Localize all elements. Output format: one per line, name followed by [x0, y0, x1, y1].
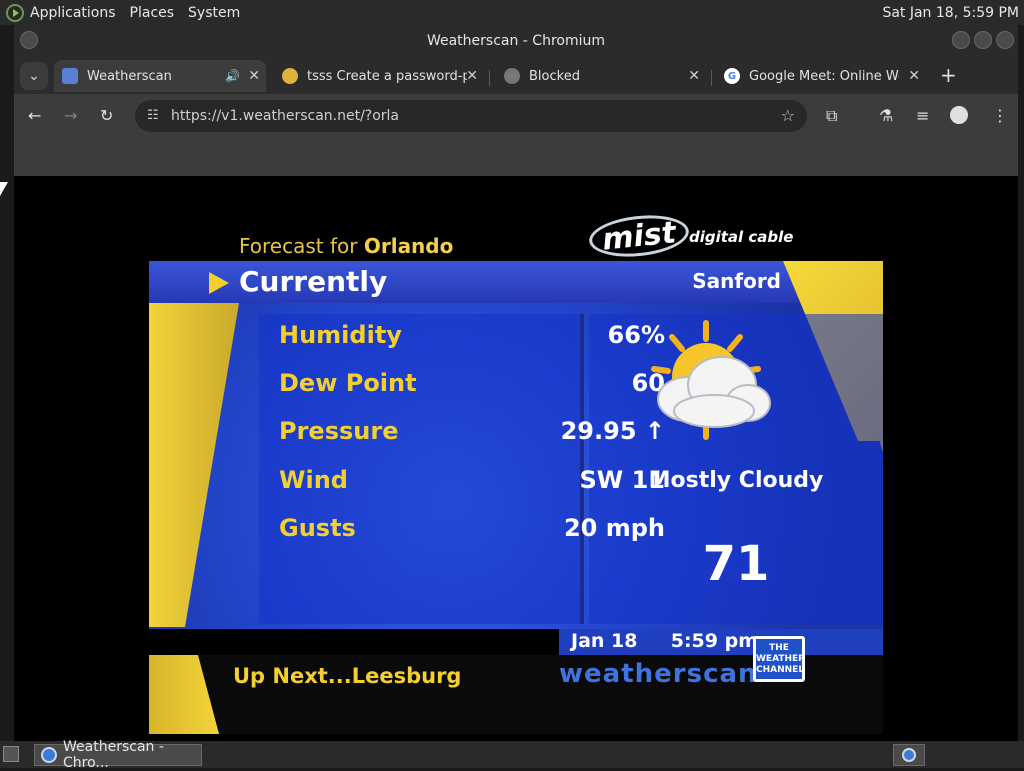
tab-separator	[489, 70, 490, 86]
mouse-cursor-icon	[0, 182, 8, 196]
condition-row-wind: Wind SW 11	[279, 466, 665, 500]
new-tab-button[interactable]: +	[940, 63, 957, 87]
row-label: Gusts	[279, 514, 356, 542]
row-label: Wind	[279, 466, 348, 494]
chromium-icon	[41, 747, 57, 763]
reload-icon[interactable]: ↻	[100, 106, 113, 125]
minimize-button[interactable]	[952, 31, 970, 49]
tab-google-meet[interactable]: G Google Meet: Online Web ✕	[716, 60, 926, 92]
mist-logo-text: mist	[600, 214, 678, 258]
url-text[interactable]: https://v1.weatherscan.net/?orla	[171, 108, 399, 124]
show-desktop-icon[interactable]	[3, 746, 19, 762]
row-label: Humidity	[279, 321, 402, 349]
close-tab-icon[interactable]: ✕	[908, 68, 920, 84]
page-content: Forecast for Orlando mist digital cable …	[14, 176, 1018, 741]
back-arrow-icon[interactable]: ←	[28, 106, 41, 125]
media-controls-icon[interactable]: ≡	[916, 106, 929, 125]
currently-label: Currently	[239, 265, 388, 298]
forecast-heading: Forecast for Orlando	[239, 234, 453, 258]
extensions-icon[interactable]: ⧉	[826, 106, 837, 126]
close-tab-icon[interactable]: ✕	[248, 68, 260, 84]
chromium-tray-icon	[902, 748, 916, 762]
more-menu-icon[interactable]: ⋮	[992, 106, 1008, 125]
tab-title: Weatherscan	[87, 68, 172, 84]
tab-search-button[interactable]: ⌄	[20, 62, 48, 90]
close-tab-icon[interactable]: ✕	[466, 68, 478, 84]
emoji-favicon-icon	[282, 68, 298, 84]
row-label: Dew Point	[279, 369, 417, 397]
forward-arrow-icon[interactable]: →	[64, 106, 77, 125]
system-panel: Applications Places System Sat Jan 18, 5…	[0, 0, 1024, 25]
os-logo-icon[interactable]	[6, 3, 24, 22]
date-time-bar: Jan 18 5:59 pm	[559, 629, 883, 655]
play-triangle-icon	[209, 272, 229, 294]
row-label: Pressure	[279, 417, 399, 445]
up-next-text: Up Next...Leesburg	[233, 664, 462, 688]
temperature: 71	[702, 536, 770, 592]
tab-title: Blocked	[529, 68, 580, 84]
tab-title: tsss Create a password-pro	[307, 68, 467, 84]
date-text: Jan 18	[571, 630, 638, 652]
condition-row-pressure: Pressure 29.95 ↑	[279, 417, 665, 451]
tab-separator	[711, 70, 712, 86]
mist-tagline: digital cable	[689, 228, 794, 246]
taskbar-window-title: Weatherscan - Chro...	[63, 739, 164, 771]
address-bar[interactable]: ☷ https://v1.weatherscan.net/?orla ☆	[135, 100, 807, 132]
close-tab-icon[interactable]: ✕	[688, 68, 700, 84]
labs-flask-icon[interactable]: ⚗	[879, 106, 893, 125]
weatherscan-player[interactable]: Forecast for Orlando mist digital cable …	[149, 184, 883, 734]
weather-channel-logo: THE WEATHER CHANNEL	[753, 636, 805, 682]
condition-row-dew-point: Dew Point 60	[279, 369, 665, 403]
currently-header: Currently Sanford	[149, 261, 883, 303]
window-title: Weatherscan - Chromium	[426, 32, 606, 49]
tray-chromium-button[interactable]	[893, 744, 925, 766]
maximize-button[interactable]	[974, 31, 992, 49]
bookmark-bar	[14, 138, 1018, 176]
browser-window: Weatherscan - Chromium ⌄ Weatherscan 🔊 ✕…	[14, 25, 1018, 741]
menu-places[interactable]: Places	[130, 5, 175, 21]
chevron-down-icon: ⌄	[28, 68, 40, 84]
globe-icon	[504, 68, 520, 84]
mist-logo: mist	[587, 210, 691, 262]
menu-applications[interactable]: Applications	[30, 5, 116, 21]
partly-cloudy-icon	[644, 319, 774, 444]
bottom-taskbar: Weatherscan - Chro...	[0, 739, 1024, 771]
window-menu-button[interactable]	[20, 31, 38, 49]
current-city: Sanford	[692, 269, 781, 293]
tab-password[interactable]: tsss Create a password-pro ✕	[274, 60, 484, 92]
condition-row-humidity: Humidity 66%	[279, 321, 665, 355]
browser-toolbar: ← → ↻ ☷ https://v1.weatherscan.net/?orla…	[14, 94, 1018, 138]
forecast-city: Orlando	[363, 234, 454, 258]
audio-playing-icon[interactable]: 🔊	[225, 69, 240, 83]
weatherscan-brand: weatherscan	[559, 659, 758, 689]
taskbar-window-button[interactable]: Weatherscan - Chro...	[34, 739, 202, 771]
site-settings-icon[interactable]: ☷	[147, 108, 159, 123]
tab-title: Google Meet: Online Web	[749, 68, 899, 84]
forecast-prefix: Forecast for	[239, 234, 364, 258]
close-window-button[interactable]	[996, 31, 1014, 49]
window-titlebar[interactable]: Weatherscan - Chromium	[14, 25, 1018, 56]
condition-row-gusts: Gusts 20 mph	[279, 514, 665, 548]
weatherscan-favicon-icon	[62, 68, 78, 84]
tab-strip: ⌄ Weatherscan 🔊 ✕ tsss Create a password…	[14, 56, 1018, 94]
time-text: 5:59 pm	[670, 630, 759, 652]
google-icon: G	[724, 68, 740, 84]
tab-weatherscan[interactable]: Weatherscan 🔊 ✕	[54, 60, 266, 92]
tab-blocked[interactable]: Blocked ✕	[496, 60, 706, 92]
menu-system[interactable]: System	[188, 5, 240, 21]
profile-avatar-icon[interactable]	[950, 106, 968, 124]
sky-condition: Mostly Cloudy	[648, 468, 824, 493]
panel-clock[interactable]: Sat Jan 18, 5:59 PM	[882, 5, 1019, 21]
bookmark-star-icon[interactable]: ☆	[781, 106, 795, 125]
